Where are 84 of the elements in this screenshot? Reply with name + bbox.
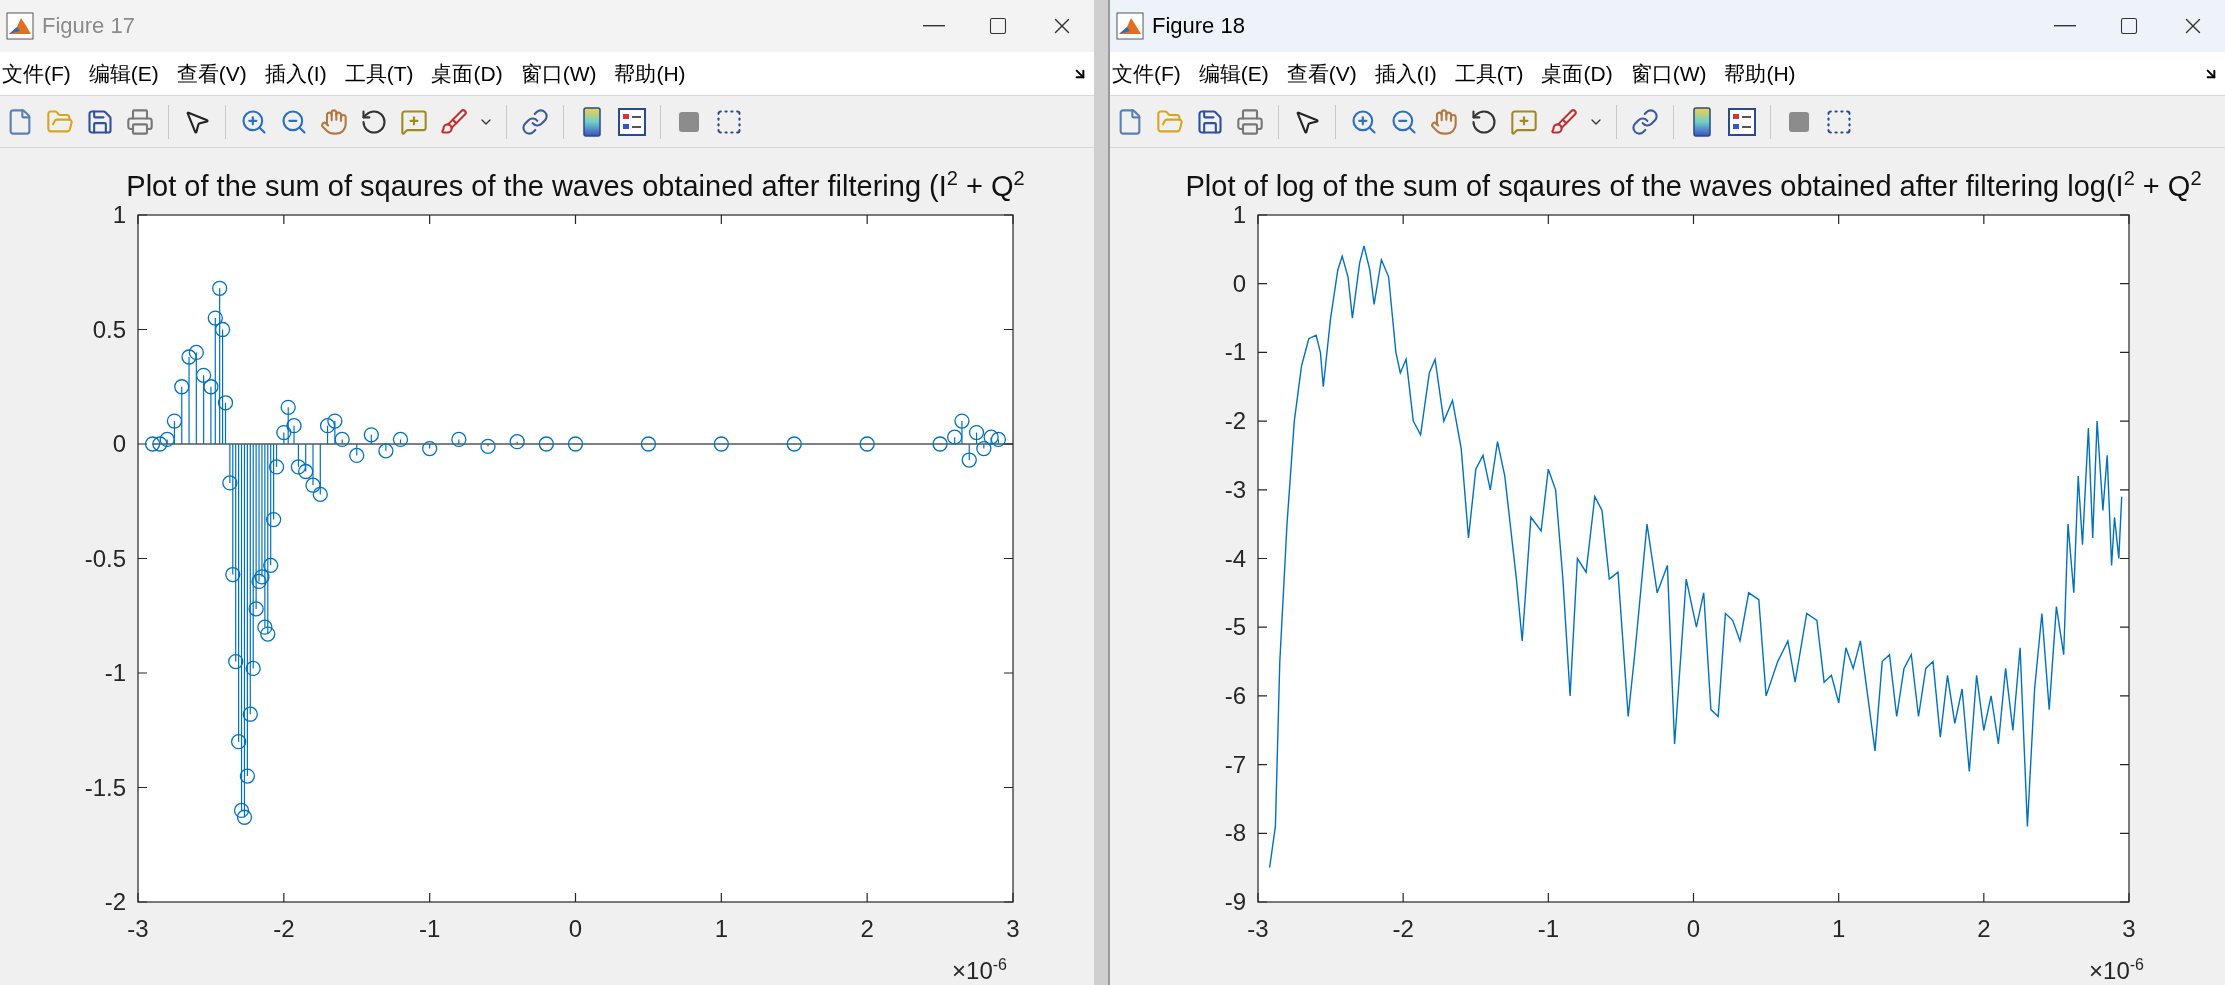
legend-icon[interactable] [618, 107, 646, 136]
y-tick-label: -6 [1224, 681, 1246, 709]
stem-marker [859, 436, 875, 452]
stem-marker [538, 436, 554, 452]
stem-marker [932, 436, 948, 452]
x-tick-label: 1 [714, 915, 728, 942]
app-logo-icon [6, 12, 34, 40]
y-tick-label: -1 [104, 659, 126, 686]
menu-item[interactable]: 插入(I) [1374, 59, 1437, 88]
x-tick-label: -3 [127, 915, 149, 942]
stem-marker [451, 431, 467, 448]
y-tick-label: -1 [1224, 338, 1246, 366]
stem-marker [363, 427, 379, 445]
y-tick-label: -9 [1224, 888, 1246, 915]
stem-marker [786, 436, 802, 452]
menu-item[interactable]: 编辑(E) [88, 59, 159, 88]
stem-marker [422, 440, 438, 457]
menu-item[interactable]: 窗口(W) [520, 59, 597, 88]
menu-item[interactable]: 桌面(D) [1541, 59, 1613, 88]
menu-item[interactable]: 帮助(H) [614, 59, 686, 88]
stem-marker [509, 434, 525, 450]
menu-item[interactable]: 查看(V) [1286, 59, 1357, 88]
y-tick-label: -1.5 [84, 773, 126, 801]
y-tick-label: 1 [1232, 201, 1246, 228]
y-tick-label: -7 [1224, 750, 1246, 778]
y-tick-label: -0.5 [84, 544, 126, 572]
y-tick-label: 0.5 [92, 315, 126, 343]
x-tick-label: 0 [568, 915, 583, 942]
minimize-icon [2054, 25, 2076, 27]
menu-item[interactable]: 编辑(E) [1198, 59, 1269, 88]
menu-item[interactable]: 帮助(H) [1724, 59, 1796, 88]
stem-marker [983, 429, 999, 445]
app-logo-icon [1116, 12, 1144, 40]
plot-title: Plot of log of the sum of sqaures of the waves obtained after filtering log(I$^{2}$ + Q$^{2}$ [1185, 170, 2202, 202]
x-tick-label: 3 [2122, 915, 2136, 942]
stem-marker [349, 443, 365, 464]
y-tick-label: -2 [104, 888, 126, 915]
minimize-icon [923, 25, 945, 27]
x-tick-label: -1 [1537, 915, 1559, 942]
stem-marker [378, 443, 394, 459]
axis-exponent-label: ×10$^{-6}$ [952, 956, 1007, 985]
square-icon[interactable] [1788, 110, 1810, 133]
legend-icon[interactable] [1728, 107, 1756, 136]
menu-item[interactable]: 工具(T) [344, 59, 414, 88]
y-tick-label: -3 [1224, 475, 1246, 503]
plot-title: Plot of the sum of sqaures of the waves obtained after filtering (I$^{2}$ + Q$^{2}$ [126, 170, 1025, 202]
maximize-icon [2119, 16, 2139, 36]
square-icon[interactable] [678, 110, 700, 133]
x-tick-label: 3 [1006, 915, 1020, 942]
x-tick-label: -2 [1392, 915, 1414, 942]
stem-marker [713, 436, 729, 452]
menu-item[interactable]: 工具(T) [1454, 59, 1524, 88]
y-tick-label: -4 [1224, 544, 1246, 572]
stem-marker [144, 436, 161, 452]
window-title: Figure 17 [42, 13, 136, 39]
window-title: Figure 18 [1152, 13, 1246, 39]
y-tick-label: -5 [1224, 613, 1246, 641]
y-tick-label: -8 [1224, 819, 1246, 847]
stem-marker [567, 436, 584, 452]
y-tick-label: 1 [112, 201, 126, 228]
menu-item[interactable]: 文件(F) [2, 59, 71, 88]
y-tick-label: -2 [1224, 407, 1246, 435]
axis-exponent-label: ×10$^{-6}$ [2089, 956, 2144, 985]
x-tick-label: 2 [1977, 915, 1991, 942]
maximize-icon [988, 16, 1008, 36]
colorbar-icon[interactable] [1692, 106, 1712, 137]
colorbar-icon[interactable] [582, 106, 602, 137]
y-tick-label: 0 [112, 430, 126, 457]
menu-item[interactable]: 文件(F) [1112, 59, 1181, 88]
menu-item[interactable]: 桌面(D) [431, 59, 503, 88]
x-tick-label: 2 [860, 915, 874, 942]
stem-marker [640, 436, 657, 452]
x-tick-label: -1 [419, 915, 441, 942]
stem-marker [392, 431, 409, 448]
y-tick-label: 0 [1232, 269, 1246, 297]
menu-item[interactable]: 查看(V) [176, 59, 247, 88]
stem-marker [480, 438, 496, 454]
stem-marker [990, 431, 1007, 448]
menu-item[interactable]: 窗口(W) [1630, 59, 1707, 88]
menu-item[interactable]: 插入(I) [264, 59, 327, 88]
x-tick-label: 0 [1686, 915, 1701, 942]
x-tick-label: -2 [273, 915, 295, 942]
x-tick-label: 1 [1832, 915, 1846, 942]
x-tick-label: -3 [1247, 915, 1269, 942]
